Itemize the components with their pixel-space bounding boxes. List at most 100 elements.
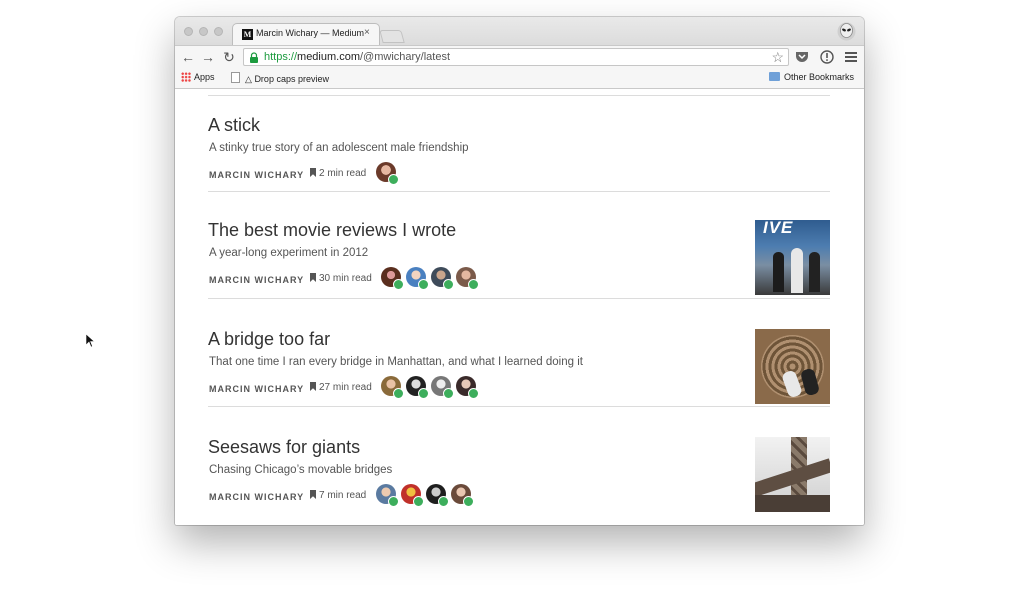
post-thumbnail[interactable]: IVE (755, 220, 830, 295)
url-scheme: https:// (264, 51, 298, 63)
figure-shape (791, 248, 803, 293)
heart-icon (463, 496, 474, 507)
tab-medium[interactable]: M Marcin Wichary — Medium × (232, 23, 380, 45)
read-time-label: 30 min read (319, 273, 372, 284)
bookmark-icon[interactable] (310, 490, 316, 499)
pocket-icon[interactable] (795, 50, 809, 64)
figure-shape (773, 252, 784, 292)
post-author[interactable]: MARCIN WICHARY (209, 170, 304, 180)
tab-close-icon[interactable]: × (364, 27, 370, 38)
post-author[interactable]: MARCIN WICHARY (209, 275, 304, 285)
bookmarks-bar: Apps △ Drop caps preview Other Bookmarks (175, 68, 864, 89)
read-time: 2 min read (310, 168, 366, 179)
page-content: A stick A stinky true story of an adoles… (175, 89, 864, 525)
bookmark-other-label: Other Bookmarks (784, 72, 855, 82)
url-host: medium.com (297, 51, 360, 63)
zoom-window-button[interactable] (214, 27, 223, 36)
thumbnail-caption: IVE (763, 220, 794, 237)
bookmark-drop-caps-preview[interactable]: △ Drop caps preview (231, 72, 329, 85)
heart-icon (438, 496, 449, 507)
avatar[interactable] (406, 267, 429, 290)
bookmark-drop-caps-label: Drop caps preview (254, 74, 329, 84)
post-subtitle: A stinky true story of an adolescent mal… (209, 142, 469, 154)
heart-icon (418, 388, 429, 399)
heart-icon (393, 388, 404, 399)
heart-icon (468, 388, 479, 399)
medium-favicon-icon: M (242, 29, 253, 40)
tab-title: Marcin Wichary — Medium (256, 28, 365, 38)
url-path: /@mwichary/latest (360, 51, 451, 63)
folder-icon (769, 72, 780, 81)
post-thumbnail[interactable] (755, 329, 830, 404)
heart-icon (418, 279, 429, 290)
minimize-window-button[interactable] (199, 27, 208, 36)
avatar[interactable] (451, 484, 474, 507)
read-time-label: 7 min read (319, 490, 367, 501)
reload-icon[interactable]: ↻ (221, 49, 237, 65)
post-subtitle: That one time I ran every bridge in Manh… (209, 356, 583, 368)
new-tab-button[interactable] (379, 30, 405, 43)
info-icon[interactable] (820, 50, 834, 64)
bookmark-icon[interactable] (310, 168, 316, 177)
read-time: 27 min read (310, 382, 372, 393)
forward-arrow-icon[interactable]: → (200, 49, 216, 65)
avatar[interactable] (456, 376, 479, 399)
alien-profile-icon[interactable] (837, 22, 856, 41)
post-subtitle: Chasing Chicago’s movable bridges (209, 464, 393, 476)
avatar[interactable] (376, 484, 399, 507)
avatar[interactable] (431, 376, 454, 399)
lock-icon (250, 52, 258, 63)
avatar[interactable] (381, 267, 404, 290)
mouse-cursor-icon (86, 334, 96, 348)
divider (208, 298, 830, 299)
heart-icon (443, 279, 454, 290)
bookmark-apps-label: Apps (194, 72, 215, 82)
post-subtitle: A year-long experiment in 2012 (209, 247, 369, 259)
bookmark-star-icon[interactable]: ☆ (771, 49, 784, 65)
browser-toolbar: ← → ↻ https://medium.com/@mwichary/lates… (175, 45, 864, 69)
read-time-label: 27 min read (319, 382, 372, 393)
heart-icon (468, 279, 479, 290)
post-author[interactable]: MARCIN WICHARY (209, 384, 304, 394)
browser-window: M Marcin Wichary — Medium × ← → ↻ https:… (175, 17, 864, 525)
menu-icon[interactable] (844, 50, 858, 64)
page-icon (231, 72, 240, 83)
read-time-label: 2 min read (319, 168, 367, 179)
heart-icon (413, 496, 424, 507)
bookmark-apps[interactable]: Apps (181, 72, 215, 82)
divider (208, 95, 830, 96)
post-thumbnail[interactable] (755, 437, 830, 512)
heart-icon (443, 388, 454, 399)
heart-icon (388, 496, 399, 507)
drive-icon: △ (245, 74, 252, 84)
back-arrow-icon[interactable]: ← (180, 49, 196, 65)
avatar[interactable] (406, 376, 429, 399)
figure-shape (809, 252, 820, 292)
avatar[interactable] (381, 376, 404, 399)
post-title[interactable]: A bridge too far (208, 329, 330, 350)
bookmark-other-bookmarks[interactable]: Other Bookmarks (769, 72, 854, 82)
avatar[interactable] (426, 484, 449, 507)
bookmark-icon[interactable] (310, 382, 316, 391)
divider (208, 191, 830, 192)
apps-grid-icon (181, 72, 191, 82)
read-time: 7 min read (310, 490, 366, 501)
bridge-base-shape (755, 495, 830, 512)
read-time: 30 min read (310, 273, 372, 284)
avatar[interactable] (431, 267, 454, 290)
url-text[interactable]: https://medium.com/@mwichary/latest (264, 51, 450, 63)
heart-icon (393, 279, 404, 290)
heart-icon (388, 174, 399, 185)
close-window-button[interactable] (184, 27, 193, 36)
avatar[interactable] (456, 267, 479, 290)
avatar[interactable] (401, 484, 424, 507)
avatar[interactable] (376, 162, 399, 185)
post-author[interactable]: MARCIN WICHARY (209, 492, 304, 502)
divider (208, 406, 830, 407)
post-title[interactable]: A stick (208, 115, 260, 136)
bookmark-icon[interactable] (310, 273, 316, 282)
title-bar: M Marcin Wichary — Medium × (175, 17, 864, 45)
address-bar[interactable]: https://medium.com/@mwichary/latest ☆ (243, 48, 789, 66)
post-title[interactable]: The best movie reviews I wrote (208, 220, 456, 241)
post-title[interactable]: Seesaws for giants (208, 437, 360, 458)
